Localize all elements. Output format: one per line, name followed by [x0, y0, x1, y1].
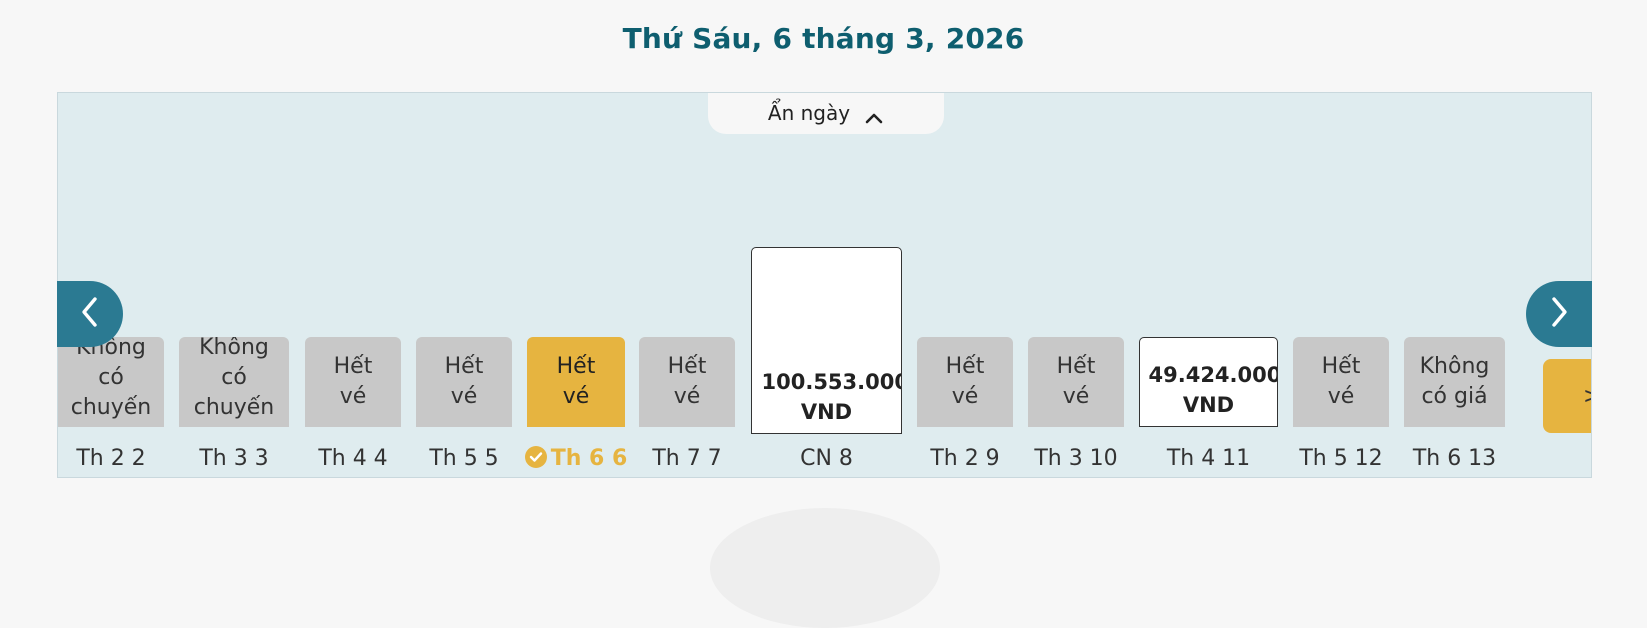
day-status-text: Hết vé [333, 354, 373, 409]
decorative-arc [710, 508, 940, 628]
day-label: Th 3 3 [199, 446, 269, 471]
day-label: Th 3 10 [1034, 446, 1118, 471]
day-status: Không có chuyến [179, 337, 289, 427]
day-status: Hết vé [527, 337, 625, 427]
day-label: Th 4 11 [1166, 446, 1251, 471]
day-status-text: Không có giá [1419, 354, 1490, 409]
day-item[interactable]: Không có chuyến Th 3 3 [179, 337, 289, 477]
hide-dates-toggle[interactable]: Ẩn ngày [708, 93, 944, 134]
day-label: Th 4 4 [318, 446, 388, 471]
day-item[interactable]: Hết vé Th 5 5 [416, 337, 512, 477]
day-status: Hết vé [305, 337, 401, 427]
day-status-text: Không có chuyến [193, 337, 275, 420]
day-price-text: 100.553.000 VND [761, 370, 902, 424]
more-dates-button[interactable]: > [1543, 359, 1591, 433]
day-status: Hết vé [639, 337, 735, 427]
day-label-text: Th 6 6 [550, 446, 628, 471]
day-item[interactable]: Hết vé Th 7 7 [639, 337, 735, 477]
day-item[interactable]: 49.424.000 VND Th 4 11 [1139, 337, 1278, 477]
day-item[interactable]: Không có chuyến Th 2 2 [58, 337, 164, 477]
day-status-text: Không có chuyến [70, 337, 152, 420]
page-title: Thứ Sáu, 6 tháng 3, 2026 [622, 22, 1025, 55]
day-status-text: Hết vé [1321, 354, 1361, 409]
day-item[interactable]: Hết vé Th 3 10 [1028, 337, 1124, 477]
day-label: Th 2 9 [930, 446, 1000, 471]
day-label: Th 5 12 [1299, 446, 1383, 471]
day-status: Không có chuyến [58, 337, 164, 427]
day-label: Th 7 7 [652, 446, 722, 471]
next-dates-button[interactable] [1526, 281, 1592, 347]
check-circle-icon [524, 446, 547, 468]
day-status: Hết vé [1293, 337, 1389, 427]
day-status: Hết vé [917, 337, 1013, 427]
day-item-selected[interactable]: Hết vé Th 6 6 [524, 337, 627, 477]
day-price: 100.553.000 VND [751, 247, 902, 434]
day-label: Th 6 13 [1412, 446, 1497, 471]
chevron-right-icon [1547, 295, 1571, 333]
day-label: CN 8 [800, 446, 853, 471]
day-status-text: Hết vé [556, 354, 596, 409]
day-price: 49.424.000 VND [1139, 337, 1278, 427]
day-price-text: 49.424.000 VND [1148, 363, 1278, 417]
day-label: Th 5 5 [429, 446, 499, 471]
day-status: Hết vé [416, 337, 512, 427]
date-strip-panel: Ẩn ngày Không có chuyến Th 2 2 Không có … [57, 92, 1592, 478]
day-item[interactable]: Hết vé Th 2 9 [917, 337, 1013, 477]
hide-dates-label: Ẩn ngày [767, 101, 851, 125]
day-status-text: Hết vé [1056, 354, 1096, 409]
day-item[interactable]: Hết vé Th 4 4 [305, 337, 401, 477]
day-label: Th 6 6 [517, 446, 635, 471]
day-status: Hết vé [1028, 337, 1124, 427]
day-status: Không có giá [1404, 337, 1505, 427]
prev-dates-button[interactable] [57, 281, 123, 347]
day-status-text: Hết vé [945, 354, 985, 409]
chevron-left-icon [78, 295, 102, 333]
day-item[interactable]: Hết vé Th 5 12 [1293, 337, 1389, 477]
chevron-up-icon [864, 106, 884, 124]
day-status-text: Hết vé [444, 354, 484, 409]
day-item[interactable]: Không có giá Th 6 13 [1404, 337, 1505, 477]
day-status-text: Hết vé [667, 354, 707, 409]
more-dates-label: > [1583, 384, 1591, 409]
day-item[interactable]: 100.553.000 VND CN 8 [751, 247, 902, 477]
day-label: Th 2 2 [76, 446, 146, 471]
